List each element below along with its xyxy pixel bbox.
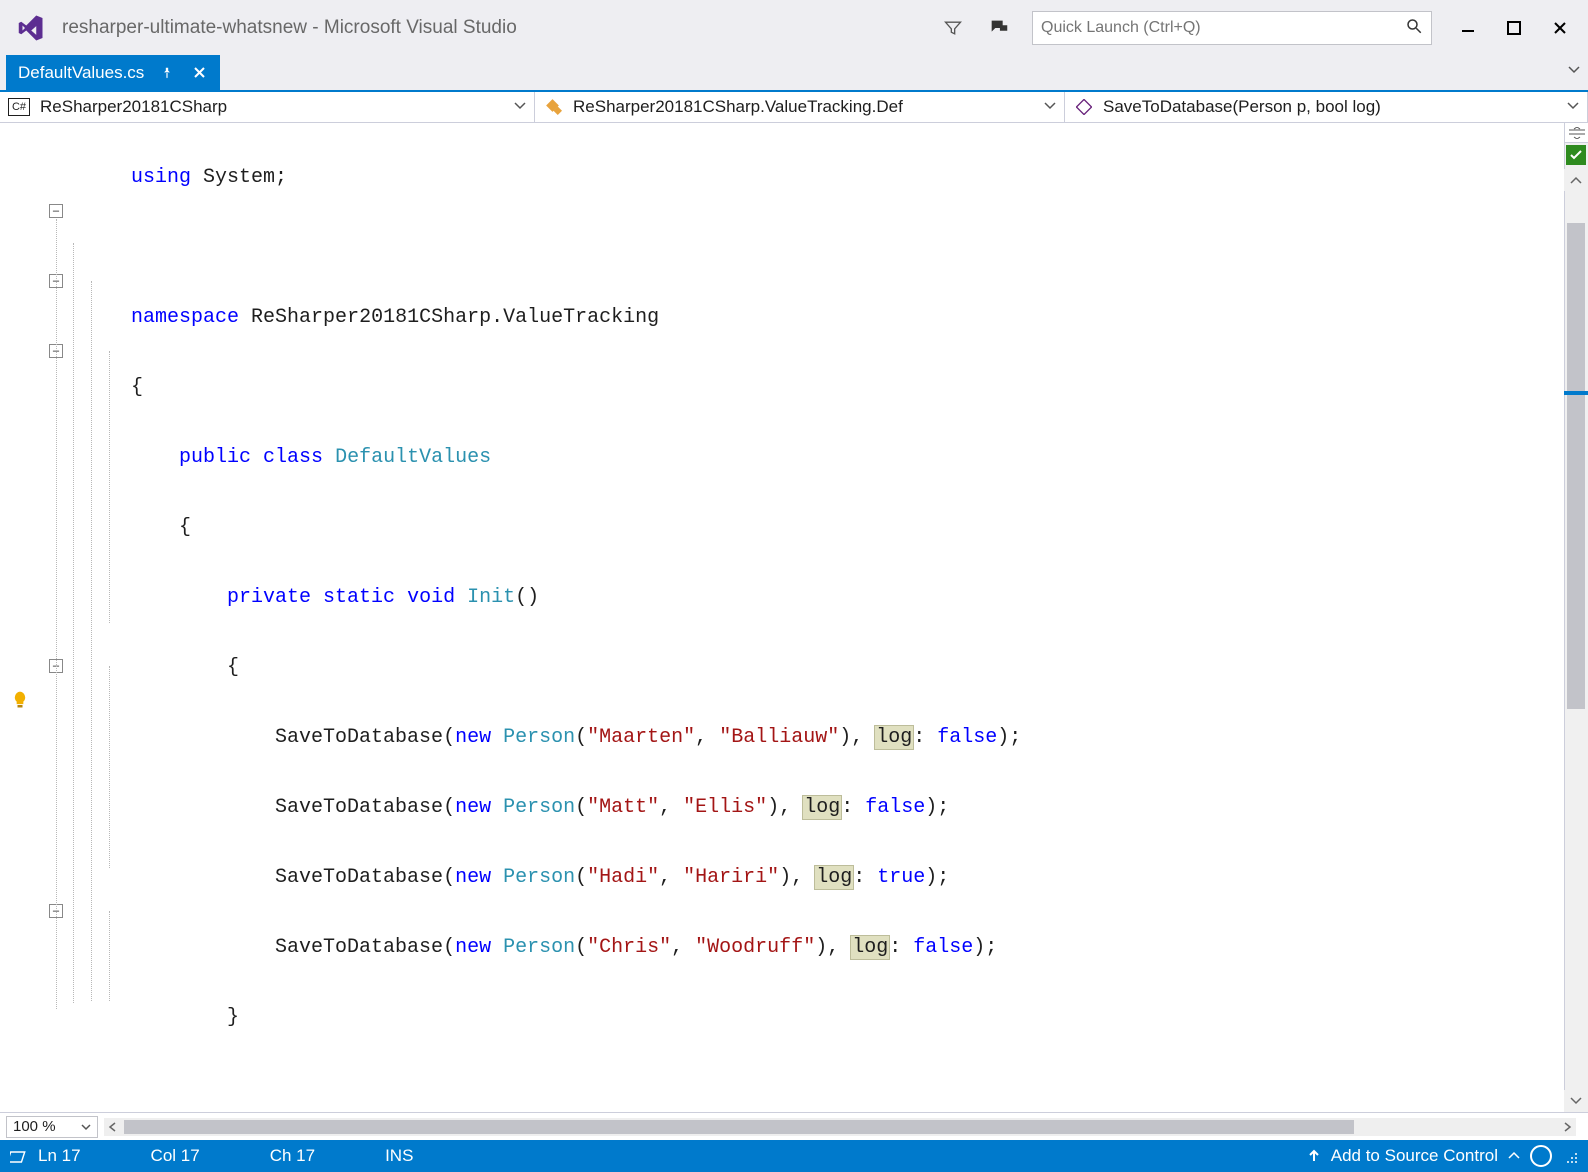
document-tab[interactable]: DefaultValues.cs (6, 55, 220, 90)
scroll-thumb[interactable] (1567, 223, 1585, 709)
margin-gutter (0, 123, 45, 1112)
chevron-down-icon (1567, 97, 1579, 117)
scroll-down-icon[interactable] (1564, 1090, 1588, 1112)
close-button[interactable] (1540, 13, 1580, 43)
chevron-down-icon (1044, 97, 1056, 117)
quick-launch-input[interactable] (1041, 19, 1405, 37)
horizontal-scrollbar[interactable] (104, 1118, 1576, 1136)
minimize-button[interactable] (1448, 13, 1488, 43)
code-editor[interactable]: − − − − − using System; namespace ReShar… (0, 123, 1588, 1112)
class-icon (543, 96, 565, 118)
resize-grip-icon[interactable] (1562, 1148, 1578, 1164)
scroll-left-icon[interactable] (104, 1118, 122, 1136)
tab-label: DefaultValues.cs (18, 63, 144, 83)
vertical-scrollbar[interactable] (1564, 123, 1588, 1112)
notifications-icon[interactable] (1530, 1145, 1552, 1167)
split-handle-icon[interactable] (1564, 123, 1588, 143)
status-ins: INS (385, 1146, 413, 1166)
code-text[interactable]: using System; namespace ReSharper20181CS… (131, 123, 1564, 1112)
feedback-icon[interactable] (982, 11, 1016, 45)
maximize-button[interactable] (1494, 13, 1534, 43)
fold-toggle[interactable]: − (49, 204, 63, 218)
scroll-up-icon[interactable] (1564, 169, 1588, 191)
scroll-thumb[interactable] (124, 1120, 1354, 1134)
chevron-down-icon (514, 97, 526, 117)
nav-project-label: ReSharper20181CSharp (40, 97, 227, 117)
status-line: Ln 17 (38, 1146, 81, 1166)
zoom-combo[interactable]: 100 % (6, 1116, 98, 1138)
status-ok-icon (1566, 145, 1586, 165)
close-tab-icon[interactable] (190, 64, 208, 82)
pin-icon[interactable] (158, 64, 176, 82)
window-title: resharper-ultimate-whatsnew - Microsoft … (62, 17, 517, 39)
nav-project-combo[interactable]: C# ReSharper20181CSharp (0, 92, 535, 122)
chevron-down-icon (81, 1122, 91, 1132)
nav-member-combo[interactable]: SaveToDatabase(Person p, bool log) (1065, 92, 1588, 122)
status-selection-icon[interactable]: Ln 17 (10, 1146, 81, 1166)
search-icon[interactable] (1405, 17, 1423, 38)
tabs-overflow-icon[interactable] (1568, 63, 1580, 79)
scroll-right-icon[interactable] (1558, 1118, 1576, 1136)
status-ch: Ch 17 (270, 1146, 315, 1166)
publish-icon[interactable] (1307, 1149, 1321, 1163)
method-icon (1073, 96, 1095, 118)
quick-launch-box[interactable] (1032, 11, 1432, 45)
scroll-marker (1564, 391, 1588, 395)
vs-logo-icon (12, 10, 48, 46)
csharp-badge-icon: C# (8, 98, 30, 116)
chevron-up-icon[interactable] (1508, 1150, 1520, 1162)
nav-type-label: ReSharper20181CSharp.ValueTracking.Def (573, 97, 903, 117)
source-control-button[interactable]: Add to Source Control (1331, 1146, 1498, 1166)
zoom-value: 100 % (13, 1118, 56, 1135)
nav-member-label: SaveToDatabase(Person p, bool log) (1103, 97, 1381, 117)
nav-type-combo[interactable]: ReSharper20181CSharp.ValueTracking.Def (535, 92, 1065, 122)
status-col: Col 17 (151, 1146, 200, 1166)
outline-gutter[interactable]: − − − − − (45, 123, 131, 1112)
lightbulb-icon[interactable] (10, 690, 30, 713)
filter-icon[interactable] (936, 11, 970, 45)
